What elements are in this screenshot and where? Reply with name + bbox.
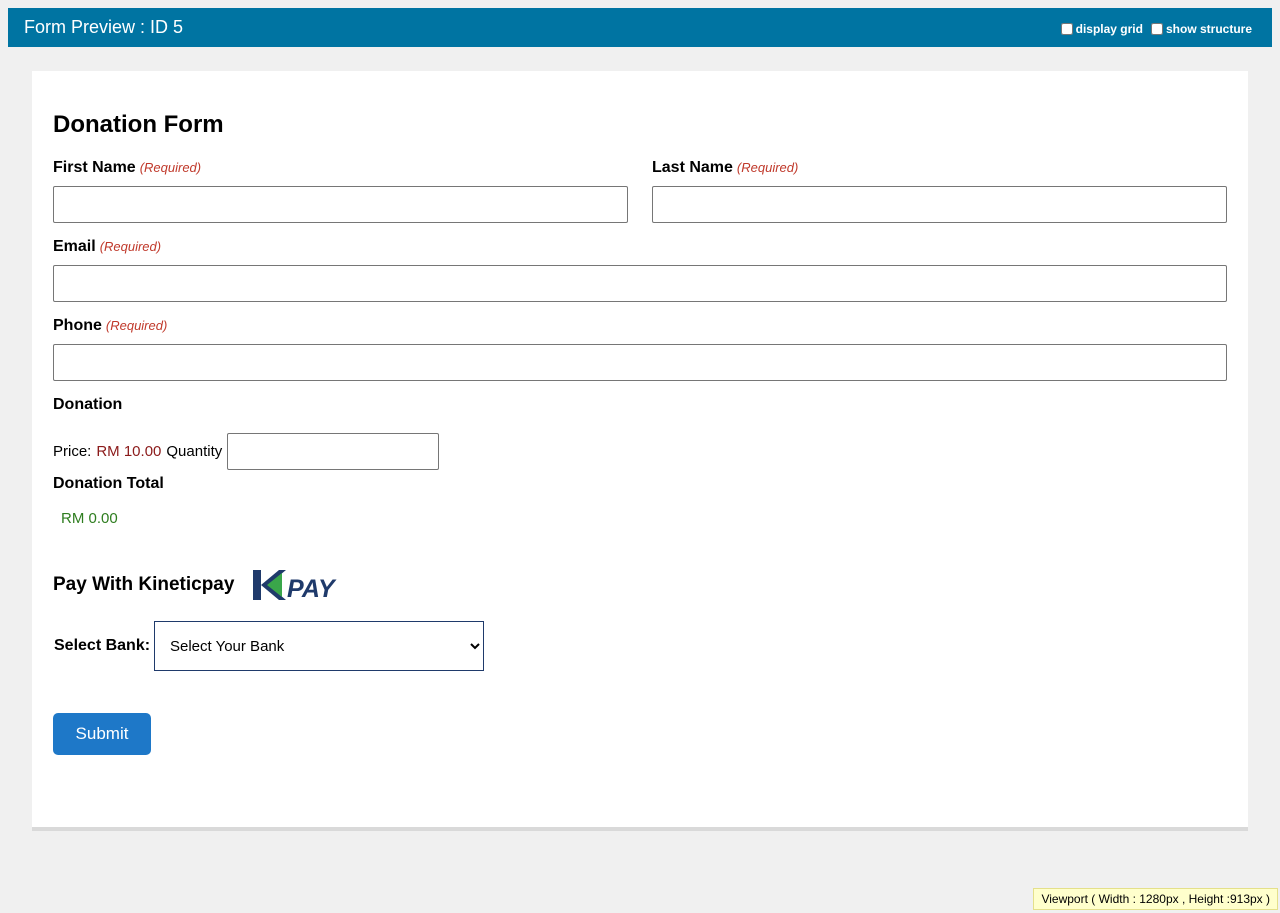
- last-name-label-text: Last Name: [652, 159, 733, 176]
- display-grid-checkbox[interactable]: [1060, 23, 1073, 35]
- viewport-info: Viewport ( Width : 1280px , Height :913p…: [1033, 888, 1278, 910]
- required-indicator: (Required): [105, 318, 168, 333]
- pay-with-title: Pay With Kineticpay: [53, 574, 235, 595]
- header-options: display grid show structure: [1053, 22, 1252, 36]
- first-name-label: First Name (Required): [53, 159, 201, 177]
- email-label: Email (Required): [53, 238, 161, 256]
- first-name-label-text: First Name: [53, 159, 136, 176]
- quantity-input[interactable]: [227, 433, 440, 470]
- donation-total-value: RM 0.00: [61, 510, 118, 527]
- quantity-label: Quantity: [166, 443, 223, 460]
- display-grid-label: display grid: [1075, 22, 1143, 36]
- phone-input[interactable]: [53, 344, 1227, 381]
- select-bank-label: Select Bank:: [54, 637, 151, 654]
- phone-label: Phone (Required): [53, 317, 167, 335]
- logo-k-stem: [253, 570, 261, 600]
- required-indicator: (Required): [139, 160, 202, 175]
- email-label-text: Email: [53, 238, 96, 255]
- phone-label-text: Phone: [53, 317, 102, 334]
- required-indicator: (Required): [99, 239, 162, 254]
- form-title: Donation Form: [53, 111, 224, 138]
- email-input[interactable]: [53, 265, 1227, 302]
- donation-total-label: Donation Total: [53, 475, 164, 492]
- required-indicator: (Required): [736, 160, 799, 175]
- last-name-label: Last Name (Required): [652, 159, 798, 177]
- price-label: Price:: [53, 443, 92, 460]
- first-name-input[interactable]: [53, 186, 628, 223]
- donation-price-line: Price: RM 10.00 Quantity: [53, 433, 440, 470]
- show-structure-option[interactable]: show structure: [1150, 22, 1252, 36]
- kpay-logo: PAY: [253, 570, 337, 602]
- show-structure-checkbox[interactable]: [1150, 23, 1163, 35]
- form-preview-header: Form Preview : ID 5 display grid show st…: [8, 8, 1272, 47]
- price-value: RM 10.00: [96, 443, 162, 460]
- logo-pay-text: PAY: [287, 575, 337, 602]
- form-card: Donation Form First Name (Required) Last …: [32, 71, 1248, 831]
- donation-label: Donation: [53, 396, 123, 413]
- display-grid-option[interactable]: display grid: [1060, 22, 1143, 36]
- header-title: Form Preview : ID 5: [24, 17, 184, 37]
- last-name-input[interactable]: [652, 186, 1227, 223]
- submit-button[interactable]: Submit: [53, 713, 151, 755]
- bank-select[interactable]: Select Your Bank: [154, 621, 484, 671]
- show-structure-label: show structure: [1165, 22, 1252, 36]
